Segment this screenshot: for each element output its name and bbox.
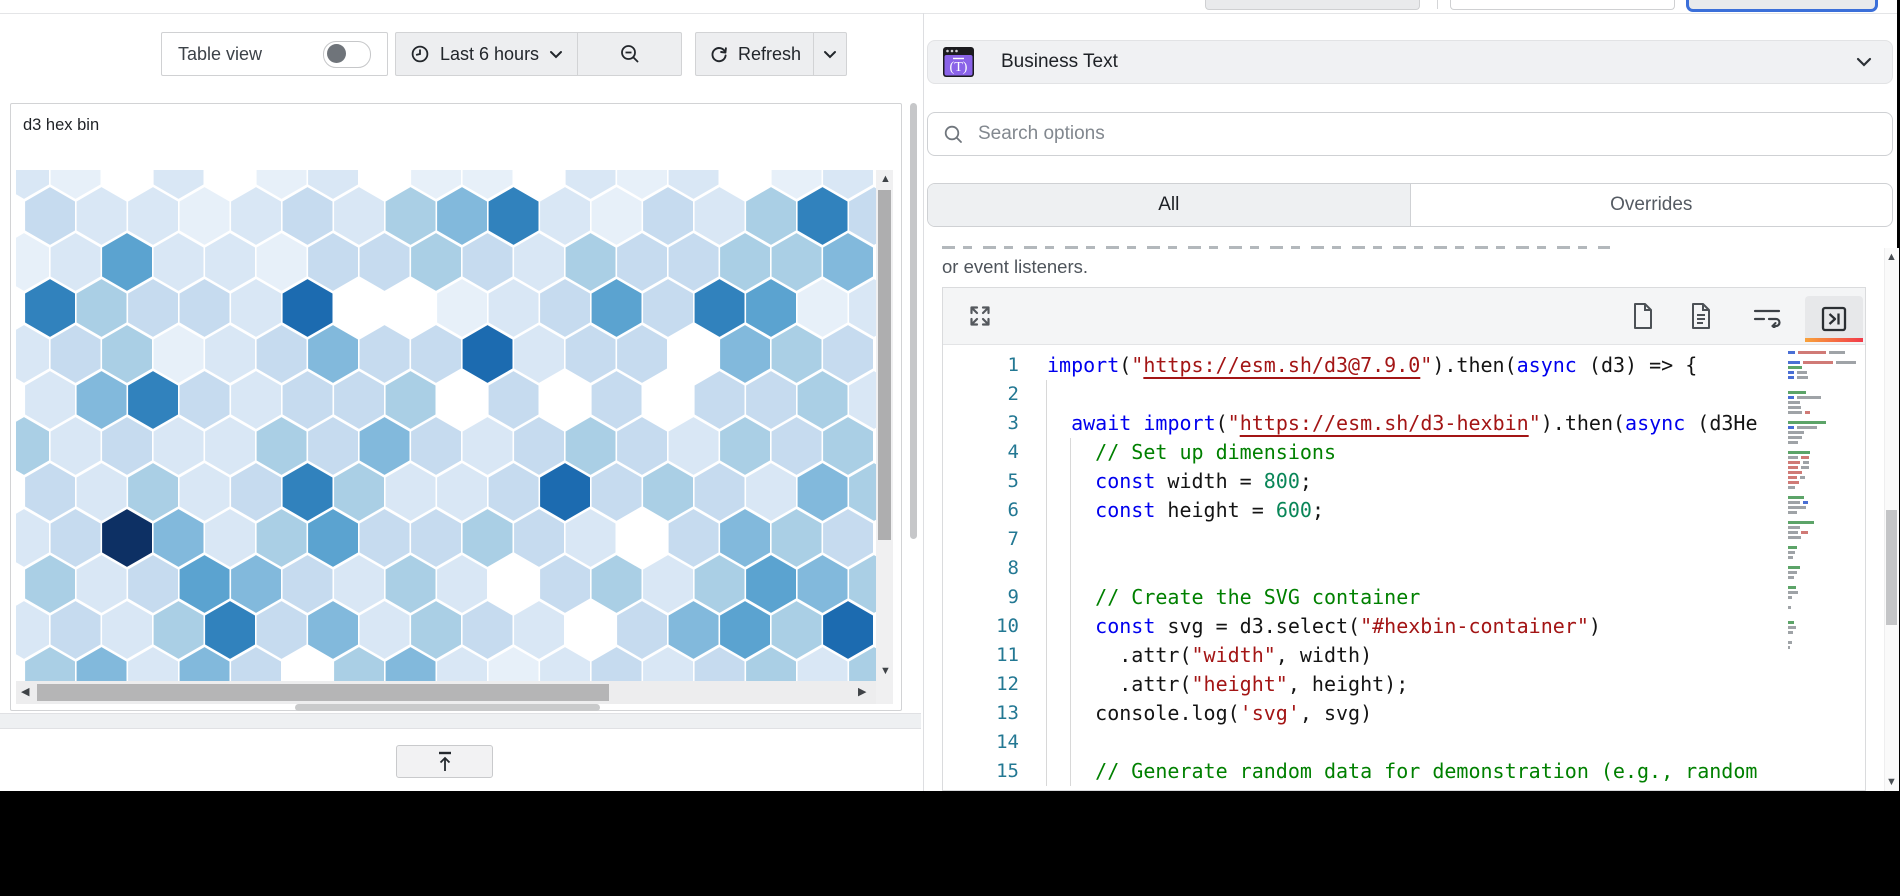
line-number: 9 bbox=[943, 583, 1019, 612]
table-view-label: Table view bbox=[178, 44, 262, 65]
svg-text:(T): (T) bbox=[950, 60, 968, 75]
code-line[interactable]: 8 bbox=[943, 554, 1865, 583]
indent-guide bbox=[1070, 438, 1071, 786]
toggle-knob bbox=[327, 44, 346, 63]
scrollbar-corner bbox=[876, 681, 893, 704]
collapse-to-top-button[interactable] bbox=[396, 745, 493, 778]
chart-hscrollbar-thumb[interactable] bbox=[37, 684, 609, 701]
visualization-picker[interactable]: (T) Business Text bbox=[927, 40, 1893, 84]
code-line[interactable]: 2 bbox=[943, 380, 1865, 409]
line-number: 6 bbox=[943, 496, 1019, 525]
code-line[interactable]: 4 // Set up dimensions bbox=[943, 438, 1865, 467]
copy-file-icon[interactable] bbox=[1631, 302, 1655, 335]
line-number: 13 bbox=[943, 699, 1019, 728]
horizontal-splitter[interactable] bbox=[0, 713, 921, 729]
line-number: 5 bbox=[943, 467, 1019, 496]
app-window: Table view Last 6 hours Refresh bbox=[0, 0, 1900, 896]
line-number: 8 bbox=[943, 554, 1019, 583]
code-line[interactable]: 1import("https://esm.sh/d3@7.9.0").then(… bbox=[943, 351, 1865, 380]
search-input[interactable] bbox=[976, 122, 1840, 146]
tab-overrides[interactable]: Overrides bbox=[1410, 184, 1893, 226]
code-line[interactable]: 11 .attr("width", width) bbox=[943, 641, 1865, 670]
code-line[interactable]: 12 .attr("height", height); bbox=[943, 670, 1865, 699]
zoom-out-button[interactable] bbox=[578, 43, 681, 65]
code-line[interactable]: 14 bbox=[943, 728, 1865, 757]
scroll-down-icon[interactable]: ▼ bbox=[1886, 777, 1897, 788]
minimap[interactable] bbox=[1783, 351, 1854, 781]
line-number: 11 bbox=[943, 641, 1019, 670]
options-search[interactable] bbox=[927, 112, 1893, 156]
panel-title: d3 hex bin bbox=[23, 116, 99, 135]
chevron-down-icon[interactable] bbox=[549, 50, 563, 59]
left-pane-scrollbar-thumb[interactable] bbox=[910, 103, 917, 539]
code-line[interactable]: 5 const width = 800; bbox=[943, 467, 1865, 496]
word-wrap-icon[interactable] bbox=[1753, 306, 1783, 333]
overlay-hscrollbar-thumb[interactable] bbox=[295, 704, 600, 711]
code-content[interactable]: 1import("https://esm.sh/d3@7.9.0").then(… bbox=[943, 345, 1865, 786]
top-partial-button-outline[interactable] bbox=[1450, 0, 1675, 10]
code-editor: 1import("https://esm.sh/d3@7.9.0").then(… bbox=[942, 287, 1866, 791]
line-number: 7 bbox=[943, 525, 1019, 554]
time-controls-group: Last 6 hours bbox=[395, 32, 682, 76]
code-line[interactable]: 6 const height = 600; bbox=[943, 496, 1865, 525]
code-line[interactable]: 13 console.log('svg', svg) bbox=[943, 699, 1865, 728]
scroll-right-icon[interactable]: ▶ bbox=[858, 687, 866, 698]
code-editor-toolbar bbox=[943, 288, 1865, 345]
indent-guide bbox=[1046, 380, 1047, 786]
refresh-button[interactable]: Refresh bbox=[738, 44, 801, 65]
search-icon bbox=[943, 124, 964, 145]
time-range-button[interactable]: Last 6 hours bbox=[440, 44, 539, 65]
scroll-down-icon[interactable]: ▼ bbox=[880, 666, 891, 677]
expand-icon[interactable] bbox=[967, 303, 993, 334]
run-code-button[interactable] bbox=[1805, 296, 1863, 342]
top-button-separator bbox=[1437, 0, 1438, 9]
line-number: 4 bbox=[943, 438, 1019, 467]
pane-divider bbox=[923, 13, 924, 791]
scroll-left-icon[interactable]: ◀ bbox=[21, 687, 29, 698]
line-number: 3 bbox=[943, 409, 1019, 438]
main-content: Table view Last 6 hours Refresh bbox=[0, 0, 1897, 791]
help-text: or event listeners. bbox=[942, 256, 1088, 278]
chart-vscrollbar-thumb[interactable] bbox=[878, 190, 891, 540]
refresh-interval-dropdown[interactable] bbox=[814, 50, 846, 59]
clock-icon bbox=[410, 44, 430, 64]
top-divider bbox=[0, 13, 1897, 14]
zoom-out-icon bbox=[619, 43, 641, 65]
hexbin-chart bbox=[16, 170, 876, 681]
code-line[interactable]: 3 await import("https://esm.sh/d3-hexbin… bbox=[943, 409, 1865, 438]
paste-file-icon[interactable] bbox=[1689, 302, 1713, 335]
clipped-text-line bbox=[942, 246, 1610, 249]
line-number: 1 bbox=[943, 351, 1019, 380]
code-line[interactable]: 15 // Generate random data for demonstra… bbox=[943, 757, 1865, 786]
line-number: 2 bbox=[943, 380, 1019, 409]
table-view-control: Table view bbox=[161, 32, 388, 76]
tab-all[interactable]: All bbox=[928, 184, 1410, 226]
code-line[interactable]: 7 bbox=[943, 525, 1865, 554]
business-text-plugin-icon: (T) bbox=[943, 47, 974, 77]
run-icon bbox=[1821, 306, 1847, 332]
code-line[interactable]: 10 const svg = d3.select("#hexbin-contai… bbox=[943, 612, 1865, 641]
arrow-to-top-icon bbox=[434, 750, 456, 774]
chevron-down-icon bbox=[823, 50, 837, 59]
options-pane-scrollbar-thumb[interactable] bbox=[1886, 510, 1897, 625]
code-line[interactable]: 9 // Create the SVG container bbox=[943, 583, 1865, 612]
line-number: 12 bbox=[943, 670, 1019, 699]
line-number: 15 bbox=[943, 757, 1019, 786]
chevron-down-icon bbox=[1856, 57, 1872, 67]
refresh-group: Refresh bbox=[695, 32, 847, 76]
visualization-name: Business Text bbox=[1001, 51, 1118, 73]
line-number: 10 bbox=[943, 612, 1019, 641]
line-number: 14 bbox=[943, 728, 1019, 757]
scroll-up-icon[interactable]: ▲ bbox=[1886, 252, 1897, 263]
scroll-up-icon[interactable]: ▲ bbox=[880, 174, 891, 185]
refresh-icon bbox=[709, 44, 729, 64]
top-partial-button-secondary[interactable] bbox=[1205, 0, 1420, 10]
active-tool-indicator bbox=[1805, 338, 1863, 342]
table-view-toggle[interactable] bbox=[323, 41, 371, 68]
options-tabs: All Overrides bbox=[927, 183, 1893, 227]
top-partial-button-focused[interactable] bbox=[1686, 0, 1878, 12]
